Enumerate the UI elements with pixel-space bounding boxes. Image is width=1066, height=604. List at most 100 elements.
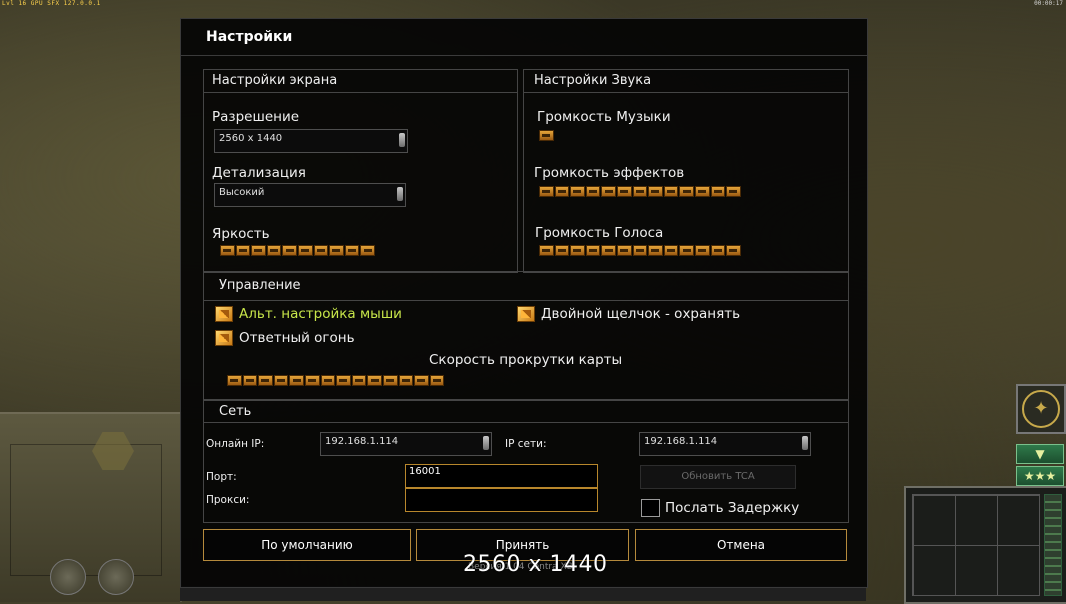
slider-segment[interactable] [367,375,382,386]
minimap[interactable] [0,412,182,602]
slider-segment[interactable] [632,186,648,197]
detail-value: Высокий [219,187,265,198]
slider-segment[interactable] [398,375,414,386]
slider-segment[interactable] [601,186,616,197]
slider-segment[interactable] [273,375,289,386]
network-heading: Сеть [219,404,252,419]
detail-label: Детализация [212,165,306,181]
slider-segment[interactable] [585,245,601,256]
hud-clock: 00:00:17 [1034,0,1063,7]
slider-segment[interactable] [297,245,313,256]
compass-button[interactable]: ✦ [1016,384,1066,434]
alt-mouse-label[interactable]: Альт. настройка мыши [239,306,402,322]
double-click-checkbox[interactable] [517,306,535,322]
slider-segment[interactable] [539,130,554,141]
slider-segment[interactable] [344,245,360,256]
slider-segment[interactable] [679,186,694,197]
slider-segment[interactable] [258,375,273,386]
lan-ip-dropdown[interactable]: 192.168.1.114 [639,432,811,456]
slider-segment[interactable] [570,245,585,256]
minimap-button-left[interactable] [50,559,86,595]
return-fire-checkbox[interactable] [215,330,233,346]
update-tca-button[interactable]: Обновить TCA [640,465,796,489]
slider-segment[interactable] [414,375,429,386]
slider-segment[interactable] [616,186,632,197]
alt-mouse-checkbox[interactable] [215,306,233,322]
slider-segment[interactable] [554,186,570,197]
port-label: Порт: [206,471,237,483]
dropdown-arrow-icon [399,133,405,147]
slider-segment[interactable] [710,245,726,256]
port-input[interactable]: 16001 [405,464,598,488]
slider-segment[interactable] [282,245,297,256]
slider-segment[interactable] [570,186,585,197]
brightness-slider[interactable] [220,245,375,258]
slider-segment[interactable] [726,245,741,256]
slider-segment[interactable] [632,245,648,256]
proxy-input[interactable] [405,488,598,512]
control-panel: Управление Альт. настройка мыши Двойной … [203,271,849,401]
expand-down-button[interactable]: ▼ [1016,444,1064,464]
scroll-speed-slider[interactable] [227,375,445,388]
power-bar [1044,494,1062,596]
brightness-label: Яркость [212,226,270,242]
slider-segment[interactable] [694,186,710,197]
slider-segment[interactable] [313,245,329,256]
slider-segment[interactable] [726,186,741,197]
slider-segment[interactable] [710,186,726,197]
slider-segment[interactable] [429,375,445,386]
slider-segment[interactable] [616,245,632,256]
online-ip-label: Онлайн IP: [206,438,265,450]
music-volume-slider[interactable] [539,130,554,143]
slider-segment[interactable] [329,245,344,256]
slider-segment[interactable] [679,245,694,256]
minimap-button-right[interactable] [98,559,134,595]
screen-settings-heading: Настройки экрана [212,73,338,88]
title-divider [181,55,867,56]
hud-debug-text: Lvl 16 GPU SFX 127.0.0.1 [2,0,101,7]
sound-settings-heading: Настройки Звука [534,73,652,88]
sound-settings-panel: Настройки Звука Громкость Музыки Громкос… [523,69,849,273]
slider-segment[interactable] [227,375,242,386]
send-delay-checkbox[interactable] [641,499,660,517]
resolution-overlay-text: 2560 x 1440 [463,552,608,577]
voice-volume-slider[interactable] [539,245,741,258]
slider-segment[interactable] [304,375,320,386]
slider-segment[interactable] [351,375,367,386]
defaults-button[interactable]: По умолчанию [203,529,411,561]
slider-segment[interactable] [663,245,679,256]
slider-segment[interactable] [554,245,570,256]
slider-segment[interactable] [235,245,251,256]
double-click-label[interactable]: Двойной щелчок - охранять [541,306,740,322]
slider-segment[interactable] [663,186,679,197]
detail-dropdown[interactable]: Высокий [214,183,406,207]
resolution-dropdown[interactable]: 2560 x 1440 [214,129,408,153]
cancel-button[interactable]: Отмена [635,529,847,561]
resolution-value: 2560 x 1440 [219,133,283,144]
command-grid[interactable] [912,494,1040,596]
slider-segment[interactable] [320,375,336,386]
slider-segment[interactable] [539,186,554,197]
slider-segment[interactable] [382,375,398,386]
slider-segment[interactable] [648,186,663,197]
slider-segment[interactable] [251,245,266,256]
scroll-speed-label: Скорость прокрутки карты [429,352,623,368]
slider-segment[interactable] [360,245,375,256]
online-ip-dropdown[interactable]: 192.168.1.114 [320,432,492,456]
screen-settings-panel: Настройки экрана Разрешение 2560 x 1440 … [203,69,518,273]
slider-segment[interactable] [266,245,282,256]
effects-volume-slider[interactable] [539,186,741,199]
slider-segment[interactable] [539,245,554,256]
slider-segment[interactable] [289,375,304,386]
slider-segment[interactable] [336,375,351,386]
slider-segment[interactable] [601,245,616,256]
slider-segment[interactable] [242,375,258,386]
slider-segment[interactable] [694,245,710,256]
rank-stars-button[interactable]: ★★★ [1016,466,1064,486]
slider-segment[interactable] [585,186,601,197]
lan-ip-value: 192.168.1.114 [644,436,718,447]
return-fire-label[interactable]: Ответный огонь [239,330,355,346]
send-delay-label[interactable]: Послать Задержку [665,500,799,516]
slider-segment[interactable] [648,245,663,256]
slider-segment[interactable] [220,245,235,256]
